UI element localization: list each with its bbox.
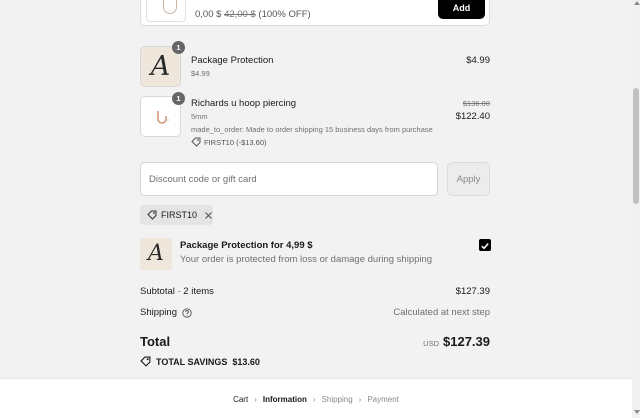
scrollbar-thumb[interactable] — [633, 88, 639, 204]
line-item-subtitle: $4.99 — [191, 69, 210, 78]
savings-tag-icon — [140, 356, 151, 367]
chevron-right-icon: › — [312, 395, 316, 404]
protection-checkbox[interactable] — [479, 239, 491, 251]
savings-label: TOTAL SAVINGS — [156, 356, 228, 367]
scroll-down-arrow-icon[interactable] — [634, 410, 640, 414]
upsell-price-line: 0,00 $ 42,00 $ (100% OFF) — [195, 9, 311, 20]
currency-code: USD — [423, 339, 439, 348]
upsell-compare-price: 42,00 $ — [224, 9, 256, 20]
line-item-price: $122.40 — [455, 111, 490, 122]
total-label: Total — [140, 334, 171, 349]
protection-description: Your order is protected from loss or dam… — [180, 254, 433, 265]
package-protection-logo: A — [148, 241, 164, 266]
upsell-discount: (100% OFF) — [258, 9, 311, 20]
savings-value: $13.60 — [232, 356, 260, 367]
checkmark-icon — [481, 243, 489, 250]
upsell-hoop-image — [163, 0, 177, 14]
total-value: $127.39 — [443, 334, 490, 349]
line-item-title: Richards u hoop piercing — [191, 98, 297, 109]
tag-icon — [147, 210, 157, 220]
applied-discount-tag: FIRST10 — [140, 205, 213, 225]
total-savings: TOTAL SAVINGS $13.60 — [140, 356, 260, 367]
line-item-note: made_to_order: Made to order shipping 15… — [191, 125, 433, 134]
breadcrumb-information: Information — [262, 395, 307, 404]
apply-discount-button[interactable]: Apply — [447, 162, 490, 196]
protection-title: Package Protection for 4,99 $ — [180, 240, 313, 251]
discount-code-input[interactable] — [140, 162, 438, 196]
quantity-badge: 1 — [172, 92, 185, 105]
breadcrumb-shipping: Shipping — [321, 395, 353, 404]
line-item-compare-price: $136.00 — [462, 99, 490, 108]
tag-icon — [191, 137, 201, 147]
line-item-variant: 5mm — [191, 112, 208, 121]
quantity-badge: 1 — [172, 41, 185, 54]
subtotal-label: Subtotal · 2 items — [140, 286, 214, 297]
shipping-label: Shipping — [140, 307, 177, 318]
total-amount: USD $127.39 — [423, 334, 490, 349]
line-item-price: $4.99 — [466, 55, 490, 66]
line-item-discount: FIRST10 (-$13.60) — [191, 137, 267, 147]
checkout-footer: Cart › Information › Shipping › Payment — [0, 378, 632, 418]
applied-discount-code: FIRST10 — [160, 210, 197, 220]
protection-thumbnail: A — [140, 238, 172, 270]
scroll-up-arrow-icon[interactable] — [634, 1, 640, 5]
subtotal-value: $127.39 — [455, 286, 490, 297]
shipping-value: Calculated at next step — [393, 307, 490, 318]
scrollbar-track[interactable] — [632, 0, 640, 417]
chevron-right-icon: › — [254, 395, 257, 404]
line-item-title: Package Protection — [191, 55, 274, 66]
add-upsell-button[interactable]: Add — [438, 0, 485, 19]
chevron-right-icon: › — [358, 395, 362, 404]
remove-discount-icon[interactable] — [204, 211, 213, 220]
breadcrumb-payment: Payment — [367, 395, 399, 404]
upsell-price: 0,00 $ — [195, 9, 222, 20]
breadcrumb-cart[interactable]: Cart — [233, 395, 248, 404]
line-item-discount-code: FIRST10 (-$13.60) — [204, 137, 267, 147]
shipping-row: Shipping — [140, 307, 192, 318]
help-icon[interactable] — [182, 307, 192, 318]
breadcrumb: Cart › Information › Shipping › Payment — [0, 395, 632, 404]
